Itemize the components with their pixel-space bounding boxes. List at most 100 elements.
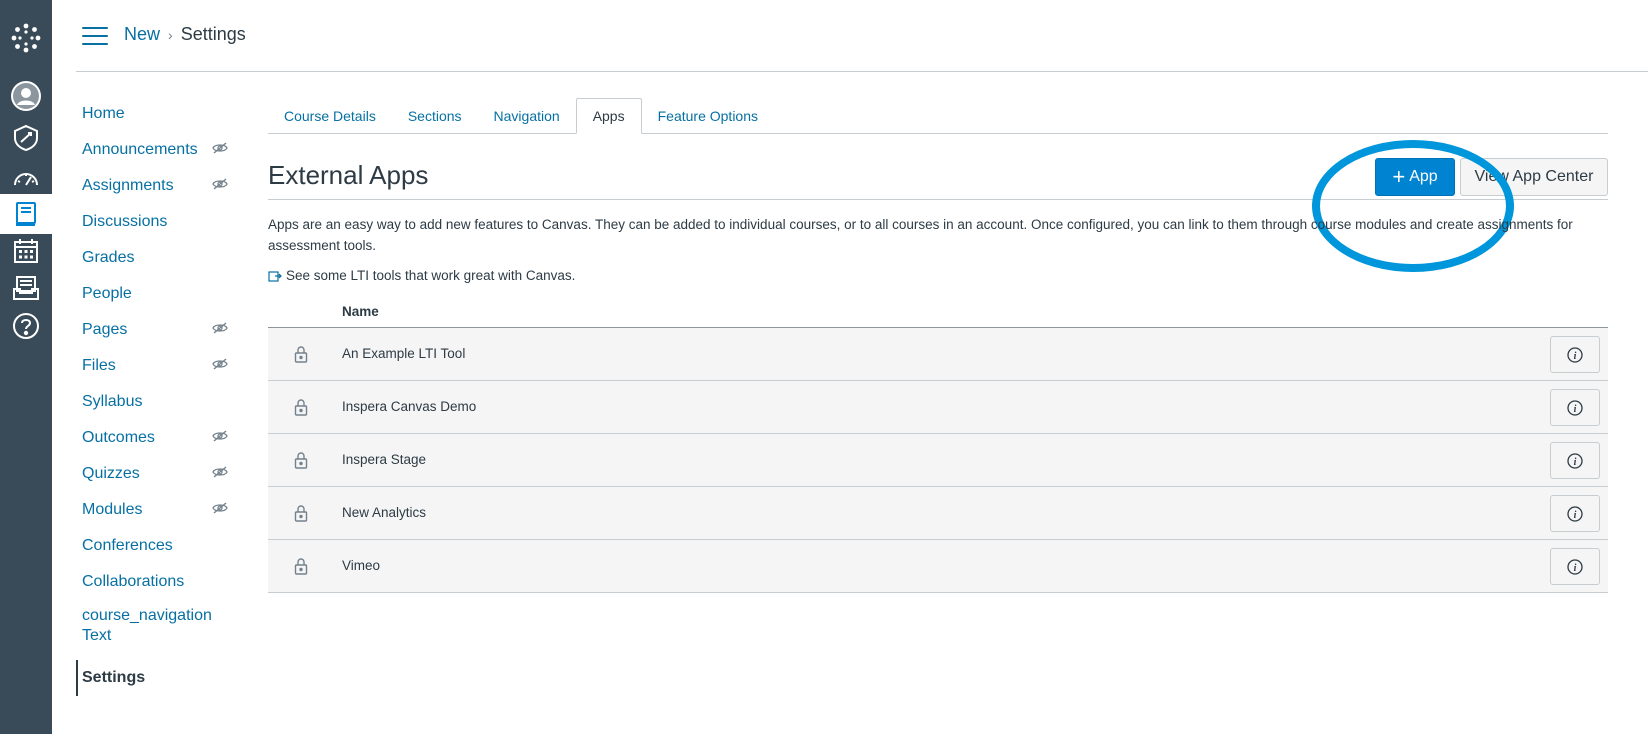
tab-navigation[interactable]: Navigation	[478, 99, 576, 133]
course-nav-announcements[interactable]: Announcements	[76, 132, 236, 168]
table-row: Vimeo i	[268, 540, 1608, 593]
nav-label: Pages	[82, 321, 128, 338]
page-header: New › Settings	[76, 0, 1648, 72]
nav-label: Modules	[82, 501, 143, 518]
table-header: Name	[268, 296, 1608, 328]
lti-tools-link[interactable]: See some LTI tools that work great with …	[268, 268, 575, 283]
course-nav-grades[interactable]: Grades	[76, 240, 236, 276]
table-row: An Example LTI Tool i	[268, 328, 1608, 381]
breadcrumb-course-link[interactable]: New	[124, 24, 160, 45]
hamburger-menu-icon[interactable]	[82, 27, 108, 47]
calendar-icon[interactable]	[0, 231, 52, 271]
svg-text:i: i	[1574, 510, 1577, 521]
app-info-button[interactable]: i	[1550, 389, 1600, 426]
page-title: External Apps	[268, 160, 429, 190]
course-nav-discussions[interactable]: Discussions	[76, 204, 236, 240]
dashboard-icon[interactable]	[0, 158, 52, 198]
account-icon[interactable]	[0, 76, 52, 116]
course-nav-syllabus[interactable]: Syllabus	[76, 384, 236, 420]
nav-label: Quizzes	[82, 465, 140, 482]
nav-label: Grades	[82, 249, 135, 266]
hidden-eye-icon	[212, 357, 228, 375]
course-nav-home[interactable]: Home	[76, 96, 236, 132]
tab-apps[interactable]: Apps	[575, 98, 642, 134]
app-name: Inspera Stage	[342, 452, 427, 467]
lock-icon	[294, 504, 308, 527]
lock-icon	[294, 557, 308, 580]
lock-icon	[294, 345, 308, 368]
nav-label: Collaborations	[82, 573, 185, 590]
nav-label: Home	[82, 105, 125, 122]
view-app-center-button[interactable]: View App Center	[1460, 158, 1608, 196]
hidden-eye-icon	[212, 321, 228, 339]
lock-icon	[294, 398, 308, 421]
info-icon: i	[1567, 505, 1583, 522]
course-nav: Home Announcements Assignments Discussio…	[76, 96, 236, 696]
table-row: New Analytics i	[268, 487, 1608, 540]
tab-sections[interactable]: Sections	[392, 99, 478, 133]
tab-feature-options[interactable]: Feature Options	[642, 99, 774, 133]
table-row: Inspera Stage i	[268, 434, 1608, 487]
course-nav-modules[interactable]: Modules	[76, 492, 236, 528]
external-apps-header: External Apps + App View App Center	[268, 134, 1608, 272]
canvas-logo-icon[interactable]	[0, 0, 52, 76]
course-nav-settings[interactable]: Settings	[76, 660, 236, 696]
main-content: Course Details Sections Navigation Apps …	[268, 96, 1608, 593]
apps-description: Apps are an easy way to add new features…	[268, 217, 1573, 253]
course-nav-people[interactable]: People	[76, 276, 236, 312]
svg-text:i: i	[1574, 457, 1577, 468]
info-icon: i	[1567, 399, 1583, 416]
course-nav-assignments[interactable]: Assignments	[76, 168, 236, 204]
hidden-eye-icon	[212, 177, 228, 195]
external-link-icon	[268, 270, 282, 282]
info-icon: i	[1567, 346, 1583, 363]
app-name: New Analytics	[342, 505, 427, 520]
app-info-button[interactable]: i	[1550, 336, 1600, 373]
course-nav-conferences[interactable]: Conferences	[76, 528, 236, 564]
hidden-eye-icon	[212, 141, 228, 159]
app-info-button[interactable]: i	[1550, 548, 1600, 585]
app-name: Vimeo	[342, 558, 381, 573]
nav-label: Outcomes	[82, 429, 155, 446]
info-icon: i	[1567, 452, 1583, 469]
svg-text:i: i	[1574, 351, 1577, 362]
app-name: An Example LTI Tool	[342, 346, 466, 361]
plus-icon: +	[1392, 164, 1406, 189]
svg-text:i: i	[1574, 563, 1577, 574]
lti-link-text: See some LTI tools that work great with …	[286, 268, 576, 283]
nav-label: course_navigation Text	[82, 607, 212, 644]
column-header-name: Name	[342, 304, 379, 319]
nav-label: Syllabus	[82, 393, 143, 410]
add-app-button[interactable]: + App	[1375, 158, 1455, 196]
course-nav-pages[interactable]: Pages	[76, 312, 236, 348]
add-app-label: App	[1409, 168, 1438, 185]
svg-text:i: i	[1574, 404, 1577, 415]
hidden-eye-icon	[212, 501, 228, 519]
global-nav	[0, 0, 52, 734]
nav-label: Announcements	[82, 141, 198, 158]
table-row: Inspera Canvas Demo i	[268, 381, 1608, 434]
breadcrumb-separator-icon: ›	[168, 26, 173, 43]
app-info-button[interactable]: i	[1550, 495, 1600, 532]
breadcrumb-current: Settings	[180, 24, 246, 44]
course-nav-course-navigation-text[interactable]: course_navigation Text	[76, 600, 236, 656]
course-nav-files[interactable]: Files	[76, 348, 236, 384]
info-icon: i	[1567, 558, 1583, 575]
nav-label: Settings	[82, 669, 146, 686]
apps-table: Name An Example LTI Tool i Inspera Canva…	[268, 296, 1608, 593]
app-info-button[interactable]: i	[1550, 442, 1600, 479]
tab-course-details[interactable]: Course Details	[268, 99, 392, 133]
nav-label: Assignments	[82, 177, 174, 194]
course-nav-quizzes[interactable]: Quizzes	[76, 456, 236, 492]
inbox-icon[interactable]	[0, 268, 52, 308]
course-nav-outcomes[interactable]: Outcomes	[76, 420, 236, 456]
admin-icon[interactable]	[0, 118, 52, 158]
help-icon[interactable]	[0, 306, 52, 346]
courses-icon[interactable]	[0, 194, 52, 234]
nav-label: Files	[82, 357, 116, 374]
lock-icon	[294, 451, 308, 474]
course-nav-collaborations[interactable]: Collaborations	[76, 564, 236, 600]
app-name: Inspera Canvas Demo	[342, 399, 477, 414]
breadcrumb: New › Settings	[124, 24, 246, 45]
nav-label: Conferences	[82, 537, 173, 554]
